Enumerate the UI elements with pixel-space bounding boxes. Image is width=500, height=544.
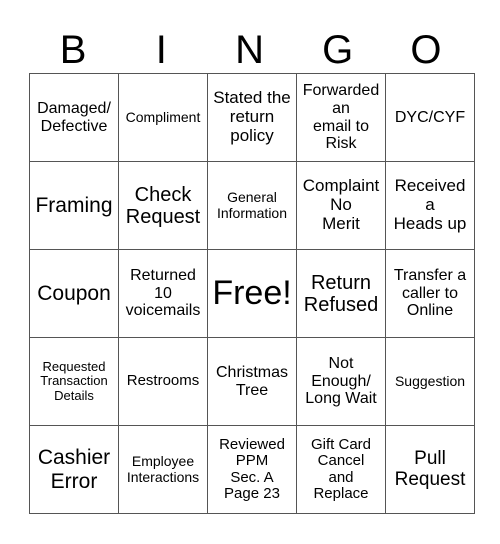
bingo-cell[interactable]: Gift Card Cancel and Replace <box>296 425 386 514</box>
header-letter-i: I <box>155 28 167 72</box>
bingo-cell[interactable]: Christmas Tree <box>207 337 297 426</box>
header-letter-o: O <box>410 28 442 72</box>
bingo-cell[interactable]: Restrooms <box>118 337 208 426</box>
bingo-cell[interactable]: Pull Request <box>385 425 475 514</box>
header-letter-n: N <box>235 28 264 72</box>
cell-label: Cashier Error <box>37 446 111 493</box>
bingo-cell[interactable]: DYC/CYF <box>385 73 475 162</box>
cell-label: Stated the return policy <box>213 88 291 145</box>
cell-label: Returned 10 voicemails <box>125 267 201 320</box>
cell-label: DYC/CYF <box>394 108 466 126</box>
bingo-row: Cashier Error Employee Interactions Review… <box>29 425 475 514</box>
bingo-row: Damaged/ Defective Compliment Stated the r… <box>29 73 475 162</box>
bingo-cell[interactable]: Not Enough/ Long Wait <box>296 337 386 426</box>
bingo-cell[interactable]: Check Request <box>118 161 208 250</box>
bingo-cell[interactable]: Forwarded an email to Risk <box>296 73 386 162</box>
cell-label: Employee Interactions <box>126 453 200 485</box>
cell-label: Requested Transaction Details <box>40 359 108 403</box>
cell-label: Compliment <box>125 108 201 125</box>
bingo-cell[interactable]: General Information <box>207 161 297 250</box>
cell-label: Restrooms <box>126 372 200 390</box>
cell-label: Pull Request <box>394 447 466 490</box>
bingo-cell[interactable]: Returned 10 voicemails <box>118 249 208 338</box>
header-letter-b: B <box>59 28 87 72</box>
bingo-cell[interactable]: Compliment <box>118 73 208 162</box>
cell-label: General Information <box>216 189 288 221</box>
bingo-header: B I N G O <box>29 28 470 72</box>
cell-label: Framing <box>35 193 113 217</box>
cell-label: Not Enough/ Long Wait <box>305 355 377 408</box>
bingo-cell[interactable]: Framing <box>29 161 119 250</box>
bingo-cell[interactable]: Cashier Error <box>29 425 119 514</box>
cell-label: Complaint No Merit <box>302 176 380 233</box>
bingo-cell[interactable]: Received a Heads up <box>385 161 475 250</box>
bingo-cell[interactable]: Stated the return policy <box>207 73 297 162</box>
cell-label: Forwarded an email to Risk <box>302 82 380 153</box>
cell-label: Check Request <box>125 183 201 228</box>
cell-label: Return Refused <box>303 271 379 316</box>
bingo-card: Damaged/ Defective Compliment Stated the r… <box>29 73 475 514</box>
bingo-row: Requested Transaction Details Restrooms Ch… <box>29 337 475 426</box>
bingo-row: Coupon Returned 10 voicemails Free! Return … <box>29 249 475 338</box>
cell-label: Suggestion <box>394 372 466 389</box>
cell-label: Free! <box>212 273 292 312</box>
bingo-cell[interactable]: Reviewed PPM Sec. A Page 23 <box>207 425 297 514</box>
header-letter-g: G <box>322 28 354 72</box>
bingo-cell[interactable]: Suggestion <box>385 337 475 426</box>
cell-label: Christmas Tree <box>215 363 288 399</box>
bingo-cell[interactable]: Employee Interactions <box>118 425 208 514</box>
bingo-row: Framing Check Request General Information C… <box>29 161 475 250</box>
cell-label: Coupon <box>37 281 111 305</box>
bingo-cell[interactable]: Return Refused <box>296 249 386 338</box>
cell-label: Transfer a caller to Online <box>393 267 467 320</box>
bingo-cell[interactable]: Complaint No Merit <box>296 161 386 250</box>
cell-label: Received a Heads up <box>393 176 467 233</box>
cell-label: Damaged/ Defective <box>37 99 111 135</box>
bingo-cell[interactable]: Coupon <box>29 249 119 338</box>
cell-label: Reviewed PPM Sec. A Page 23 <box>219 435 285 502</box>
bingo-cell[interactable]: Transfer a caller to Online <box>385 249 475 338</box>
bingo-cell[interactable]: Damaged/ Defective <box>29 73 119 162</box>
free-space-cell[interactable]: Free! <box>207 249 297 338</box>
bingo-cell[interactable]: Requested Transaction Details <box>29 337 119 426</box>
cell-label: Gift Card Cancel and Replace <box>310 435 371 502</box>
